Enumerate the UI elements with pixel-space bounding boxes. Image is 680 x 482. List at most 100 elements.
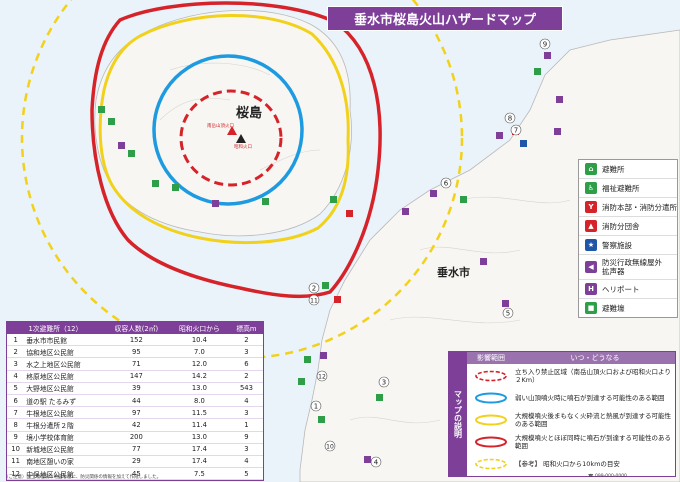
column-header: 1次避難所（12） [7, 322, 104, 334]
explanation-row: 立ち入り禁止区域（南岳山頂火口および昭和火口より２Km） [467, 366, 675, 386]
table-cell: 152 [103, 334, 169, 347]
marker-7: 7 [514, 127, 518, 135]
table-cell: 3 [229, 345, 263, 359]
shelter-table: 1次避難所（12） 収容人数(2㎡) 昭和火口から 標高m 1 垂水市市民館 152… [6, 321, 264, 482]
table-row: 9 境小学校体育館 200 13.0 9 [7, 431, 263, 444]
table-cell: 3 [229, 443, 263, 456]
shelter-name: 協和地区公民館 [24, 345, 104, 359]
legend-item: ★ 警察施設 [579, 236, 677, 255]
shelter-name: 道の駅 たるみず [24, 394, 104, 408]
table-cell: 3 [229, 406, 263, 420]
shelter-name: 大野地区公民館 [24, 382, 104, 395]
table-row: 11 南地区憩いの家 29 17.4 4 [7, 455, 263, 469]
table-cell: 42 [103, 418, 169, 432]
column-header: 昭和火口から [168, 322, 230, 334]
table-cell: 10.4 [168, 334, 230, 347]
table-cell: 543 [229, 382, 263, 395]
yellow-ellipse-icon [467, 414, 515, 426]
explanation-row: 大規模噴火後まもなく火砕流と熱風が到達する可能性のある範囲 [467, 410, 675, 430]
table-cell: 95 [103, 345, 169, 359]
table-cell: 13.0 [168, 382, 230, 395]
fire-brigade-icon: ▲ [585, 220, 597, 232]
marker-9: 9 [543, 41, 547, 49]
legend-label: 避難所 [602, 164, 625, 174]
label-showa: 昭和火口 [234, 145, 252, 150]
table-header: 1次避難所（12） 収容人数(2㎡) 昭和火口から 標高m [7, 322, 263, 334]
shelter-name: 牛根分遣所２階 [24, 418, 104, 432]
marker-10: 10 [326, 444, 334, 451]
table-cell: 71 [103, 357, 169, 371]
shelter-name: 新城地区公民館 [24, 443, 104, 456]
welfare-shelter-icon: ♿ [585, 182, 597, 194]
explanation-side-label: マップの説明 [449, 352, 467, 476]
table-cell: 200 [103, 431, 169, 444]
heliport-icon: H [585, 283, 597, 295]
legend-label: ヘリポート [602, 284, 640, 294]
map-explanation: マップの説明 影響範囲 いつ・どうなる 立ち入り禁止区域（南岳山頂火口および昭和… [448, 351, 676, 477]
table-cell: 17.4 [168, 443, 230, 456]
red-dashed-ellipse-icon [467, 370, 515, 382]
table-cell: 8.0 [168, 394, 230, 408]
blue-ellipse-icon [467, 392, 515, 404]
evacuation-bunker-icon: ■ [585, 302, 597, 314]
table-cell: 147 [103, 370, 169, 383]
place-tarumizu: 垂水市 [437, 266, 470, 279]
marker-5: 5 [506, 310, 510, 318]
row-number: 7 [7, 406, 25, 420]
marker-1: 1 [314, 403, 318, 411]
shelter-name: 境小学校体育館 [24, 431, 104, 444]
table-row: 3 水之上地区公民館 71 12.0 6 [7, 357, 263, 371]
table-cell: 6 [229, 357, 263, 371]
legend-label: 消防本部・消防分遣所 [602, 202, 677, 212]
table-cell: 7.5 [168, 467, 230, 481]
legend-item: ◀ 防災行政無線屋外拡声器 [579, 255, 677, 280]
explanation-row: 【参考】 昭和火口から10kmの目安 [467, 454, 675, 474]
table-row: 6 道の駅 たるみず 44 8.0 4 [7, 394, 263, 408]
row-number: 1 [7, 334, 25, 347]
shelter-name: 水之上地区公民館 [24, 357, 104, 371]
table-cell: 12.0 [168, 357, 230, 371]
legend-label: 避難壕 [602, 303, 625, 313]
row-number: 9 [7, 431, 25, 444]
marker-8: 8 [508, 115, 512, 123]
footnote: （ご注意）国土地理院の地図を基に、防災関係の情報を加えて作成しました。 [4, 475, 162, 480]
legend-item: ▲ 消防分団舎 [579, 217, 677, 236]
table-row: 2 協和地区公民館 95 7.0 3 [7, 345, 263, 359]
column-header: 収容人数(2㎡) [103, 322, 169, 334]
row-number: 5 [7, 382, 25, 395]
row-number: 3 [7, 357, 25, 371]
fire-station-icon: Y [585, 201, 597, 213]
explanation-text: 立ち入り禁止区域（南岳山頂火口および昭和火口より２Km） [515, 367, 671, 385]
table-cell: 11.4 [168, 418, 230, 432]
table-cell: 4 [229, 394, 263, 408]
marker-6: 6 [444, 180, 449, 188]
shelter-icon: ⌂ [585, 163, 597, 175]
table-cell: 17.4 [168, 455, 230, 469]
footnote-contact: ☎ 099-000-0000 [588, 474, 627, 479]
row-number: 10 [7, 443, 25, 456]
legend-item: ■ 避難壕 [579, 299, 677, 317]
red-ellipse-icon [467, 436, 515, 448]
explanation-text: 【参考】 昭和火口から10kmの目安 [515, 459, 620, 468]
label-minamidake: 南岳山頂火口 [207, 124, 234, 129]
explanation-row: 弱い山頂噴火時に噴石が到達する可能性のある範囲 [467, 388, 675, 408]
table-cell: 2 [229, 370, 263, 383]
table-cell: 97 [103, 406, 169, 420]
legend-label: 消防分団舎 [602, 221, 640, 231]
shelter-name: 牛根地区公民館 [24, 406, 104, 420]
legend-item: Y 消防本部・消防分遣所 [579, 198, 677, 217]
marker-2: 2 [312, 285, 316, 293]
table-row: 4 柊原地区公民館 147 14.2 2 [7, 370, 263, 383]
explanation-text: 大規模噴火とほぼ同時に噴石が到達する可能性のある範囲 [515, 433, 671, 451]
table-row: 8 牛根分遣所２階 42 11.4 1 [7, 418, 263, 432]
table-row: 7 牛根地区公民館 97 11.5 3 [7, 406, 263, 420]
table-cell: 7.0 [168, 345, 230, 359]
table-row: 5 大野地区公民館 39 13.0 543 [7, 382, 263, 395]
marker-12: 12 [318, 374, 326, 381]
table-cell: 2 [229, 334, 263, 347]
explanation-row: 大規模噴火とほぼ同時に噴石が到達する可能性のある範囲 [467, 432, 675, 452]
legend-label: 警察施設 [602, 240, 632, 250]
header-when: いつ・どうなる [570, 354, 620, 362]
shelter-name: 垂水市市民館 [24, 334, 104, 347]
facility-legend: ⌂ 避難所 ♿ 福祉避難所 Y 消防本部・消防分遣所 ▲ 消防分団舎 ★ 警察施設 ◀ 防災… [578, 159, 678, 318]
